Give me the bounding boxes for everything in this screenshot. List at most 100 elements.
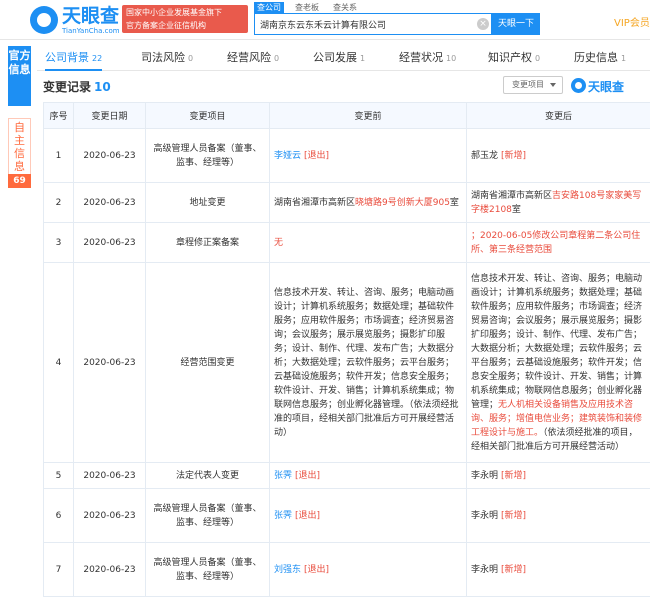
vip-link[interactable]: VIP会员	[614, 14, 650, 29]
cell-date: 2020-06-23	[73, 222, 146, 263]
cell-no: 2	[43, 182, 74, 223]
cell-item: 地址变更	[145, 182, 270, 223]
cell-item: 经营范围变更	[145, 262, 270, 463]
top-header: 天眼查 TianYanCha.com 国家中小企业发展基金旗下 官方备案企业征信…	[0, 0, 650, 40]
tab-count: 22	[92, 54, 103, 63]
self-info-count-badge: 69	[8, 174, 31, 188]
cell-before: 信息技术开发、转让、咨询、服务；电脑动画设计；计算机系统服务；数据处理；基础软件…	[269, 262, 467, 463]
tab-label: 知识产权	[488, 51, 532, 64]
cell-date: 2020-06-23	[73, 128, 146, 183]
address-part: 室	[511, 204, 521, 215]
cell-date: 2020-06-23	[73, 542, 146, 597]
tab-count: 0	[188, 54, 194, 63]
logo-eye-icon	[30, 6, 58, 34]
section-count: 10	[94, 80, 111, 94]
cell-no: 1	[43, 128, 74, 183]
col-header-date: 变更日期	[73, 102, 146, 129]
tab-count: 1	[621, 54, 627, 63]
person-name: 李永明	[471, 470, 499, 481]
cell-date: 2020-06-23	[73, 262, 146, 463]
before-value: 无	[274, 237, 284, 248]
tab-label: 公司发展	[313, 51, 357, 64]
search-box: ×	[254, 13, 492, 35]
cell-before: 李娅云 [退出]	[269, 128, 467, 183]
cell-before: 张霁 [退出]	[269, 488, 467, 543]
table-row: 5 2020-06-23 法定代表人变更 张霁 [退出] 李永明 [新增]	[43, 462, 650, 489]
tab-history-info[interactable]: 历史信息 1	[574, 45, 626, 71]
table-header-row: 序号 变更日期 变更项目 变更前 变更后	[43, 102, 650, 129]
cell-no: 4	[43, 262, 74, 463]
tab-legal-risk[interactable]: 司法风险 0	[141, 45, 193, 71]
person-link[interactable]: 李娅云	[274, 151, 301, 161]
exit-tag: [退出]	[295, 510, 321, 521]
cell-after: 郝玉龙 [新增]	[466, 128, 650, 183]
table-row: 1 2020-06-23 高级管理人员备案（董事、监事、经理等） 李娅云 [退出]…	[43, 128, 650, 183]
table-row: 7 2020-06-23 高级管理人员备案（董事、监事、经理等） 刘强东 [退出]…	[43, 542, 650, 597]
person-link[interactable]: 张霁	[274, 511, 292, 521]
tab-operating-risk[interactable]: 经营风险 0	[227, 45, 279, 71]
address-part: 湖南省湘潭市高新区	[471, 190, 553, 201]
search-tab-relation[interactable]: 查关系	[330, 2, 360, 13]
cell-before: 无	[269, 222, 467, 263]
search-button[interactable]: 天眼一下	[492, 13, 540, 35]
cell-after: ；2020-06-05修改公司章程第二条公司住所、第三条经营范围	[466, 222, 650, 263]
address-part: 室	[449, 197, 459, 208]
tab-company-development[interactable]: 公司发展 1	[313, 45, 365, 71]
cell-after: 李永明 [新增]	[466, 488, 650, 543]
cell-item: 高级管理人员备案（董事、监事、经理等）	[145, 542, 270, 597]
col-header-after: 变更后	[466, 102, 650, 129]
exit-tag: [退出]	[304, 150, 330, 161]
col-header-no: 序号	[43, 102, 74, 129]
tab-count: 0	[535, 54, 541, 63]
cell-item: 法定代表人变更	[145, 462, 270, 489]
banner-line-2: 官方备案企业征信机构	[126, 21, 206, 30]
dimension-tabs: 公司背景 22 司法风险 0 经营风险 0 公司发展 1 经营状况 10 知识产权 0 历史…	[37, 45, 650, 71]
cell-after: 李永明 [新增]	[466, 462, 650, 489]
tab-intellectual-property[interactable]: 知识产权 0	[488, 45, 540, 71]
new-tag: [新增]	[501, 564, 527, 575]
person-link[interactable]: 刘强东	[274, 565, 301, 575]
new-tag: [新增]	[501, 150, 527, 161]
sidebar-self-info[interactable]: 自主信息	[8, 118, 31, 176]
clear-icon[interactable]: ×	[477, 18, 489, 30]
banner-line-1: 国家中小企业发展基金旗下	[126, 8, 222, 17]
logo-text: 天眼查	[62, 5, 120, 27]
cell-after: 湖南省湘潭市高新区吉安路108号家家美写字楼2108室	[466, 182, 650, 223]
cell-date: 2020-06-23	[73, 182, 146, 223]
filter-label: 变更项目	[512, 80, 544, 89]
col-header-item: 变更项目	[145, 102, 270, 129]
table-row: 4 2020-06-23 经营范围变更 信息技术开发、转让、咨询、服务；电脑动画…	[43, 262, 650, 463]
cell-no: 7	[43, 542, 74, 597]
tab-business-status[interactable]: 经营状况 10	[399, 45, 456, 71]
tab-count: 10	[446, 54, 457, 63]
search-tab-boss[interactable]: 查老板	[292, 2, 322, 13]
cell-item: 高级管理人员备案（董事、监事、经理等）	[145, 128, 270, 183]
address-part: 湖南省湘潭市高新区	[274, 197, 356, 208]
exit-tag: [退出]	[304, 564, 330, 575]
cell-no: 6	[43, 488, 74, 543]
official-banner: 国家中小企业发展基金旗下 官方备案企业征信机构	[122, 5, 248, 33]
cell-no: 3	[43, 222, 74, 263]
tianyancha-watermark: 天眼查	[571, 77, 649, 95]
person-name: 郝玉龙	[471, 150, 499, 161]
change-item-filter[interactable]: 变更项目	[503, 76, 563, 94]
exit-tag: [退出]	[295, 470, 321, 481]
search-tab-company[interactable]: 查公司	[254, 2, 284, 13]
table-row: 3 2020-06-23 章程修正案备案 无 ；2020-06-05修改公司章程…	[43, 222, 650, 263]
tab-label: 经营状况	[399, 51, 443, 64]
sidebar-official-info[interactable]: 官方信息	[8, 46, 31, 106]
cell-after: 李永明 [新增]	[466, 542, 650, 597]
tab-company-background[interactable]: 公司背景 22	[45, 45, 103, 71]
person-link[interactable]: 张霁	[274, 471, 292, 481]
tab-label: 公司背景	[45, 51, 89, 64]
tab-count: 1	[360, 54, 366, 63]
tab-count: 0	[274, 54, 280, 63]
tianyancha-logo[interactable]: 天眼查 TianYanCha.com	[30, 4, 120, 36]
logo-url: TianYanCha.com	[62, 27, 120, 35]
section-title: 变更记录 10	[43, 78, 111, 95]
cell-date: 2020-06-23	[73, 488, 146, 543]
address-changed-part: 晓塘路9号创新大厦905	[355, 197, 450, 208]
search-input[interactable]	[255, 14, 435, 34]
tab-label: 司法风险	[141, 51, 185, 64]
tab-label: 经营风险	[227, 51, 271, 64]
